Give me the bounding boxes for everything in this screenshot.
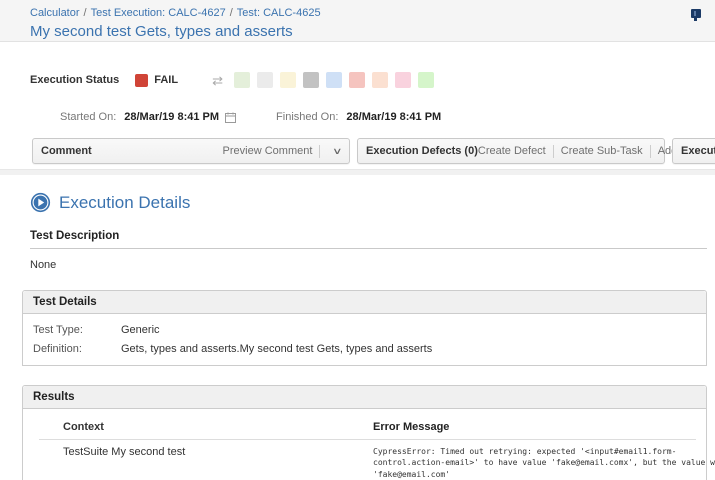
execution-details-heading: Execution Details bbox=[30, 192, 707, 213]
status-executing-muted[interactable] bbox=[280, 72, 296, 88]
divider bbox=[650, 145, 651, 158]
test-description-section: Test Description None bbox=[30, 230, 707, 271]
table-row: TestSuite My second test CypressError: T… bbox=[39, 446, 706, 480]
execution-defects-title: Execution Defects (0) bbox=[366, 145, 478, 157]
execution-status-value: FAIL bbox=[154, 74, 178, 86]
comment-panel: Comment Preview Comment ∨ bbox=[32, 138, 350, 164]
status-custom1-muted[interactable] bbox=[372, 72, 388, 88]
status-todo-muted[interactable] bbox=[257, 72, 273, 88]
breadcrumb-link-test-execution[interactable]: Test Execution: CALC-4627 bbox=[91, 7, 226, 19]
definition-row: Definition: Gets, types and asserts.My s… bbox=[33, 343, 696, 355]
context-column-header: Context bbox=[39, 421, 373, 433]
dates-row: Started On: 28/Mar/19 8:41 PM Finished O… bbox=[60, 111, 715, 123]
status-fail-muted[interactable] bbox=[349, 72, 365, 88]
execution-details-section: Execution Details Test Description None … bbox=[0, 175, 715, 480]
divider bbox=[319, 145, 320, 158]
play-circle-icon bbox=[30, 192, 51, 213]
test-description-title: Test Description bbox=[30, 230, 707, 249]
divider bbox=[553, 145, 554, 158]
finished-on-value: 28/Mar/19 8:41 PM bbox=[346, 111, 441, 123]
status-pass-muted[interactable] bbox=[234, 72, 250, 88]
test-type-row: Test Type: Generic bbox=[33, 324, 696, 336]
results-panel-title: Results bbox=[23, 386, 706, 409]
execution-details-heading-text: Execution Details bbox=[59, 193, 190, 213]
chevron-down-icon[interactable]: ∨ bbox=[332, 146, 343, 157]
results-table-header: Context Error Message bbox=[39, 421, 696, 440]
status-fail-swatch bbox=[135, 74, 148, 87]
status-custom2-muted[interactable] bbox=[395, 72, 411, 88]
breadcrumb-separator: / bbox=[230, 7, 233, 19]
results-panel: Results Context Error Message TestSuite … bbox=[22, 385, 707, 480]
execution-status-row: Execution Status FAIL ⇄ bbox=[30, 72, 715, 88]
breadcrumb-link-test[interactable]: Test: CALC-4625 bbox=[237, 7, 321, 19]
definition-label: Definition: bbox=[33, 343, 121, 355]
status-blocked-muted[interactable] bbox=[326, 72, 342, 88]
execution-evidence-title: Execution Evidence bbox=[681, 145, 715, 157]
results-table: Context Error Message TestSuite My secon… bbox=[23, 421, 706, 480]
status-custom3-muted[interactable] bbox=[418, 72, 434, 88]
execution-status-label: Execution Status bbox=[30, 74, 119, 86]
status-transition-icon: ⇄ bbox=[212, 74, 223, 87]
bookmark-icon[interactable] bbox=[691, 9, 701, 18]
status-aborted-muted[interactable] bbox=[303, 72, 319, 88]
finished-on-label: Finished On: bbox=[276, 111, 338, 123]
test-type-label: Test Type: bbox=[33, 324, 121, 336]
result-error-cell: CypressError: Timed out retrying: expect… bbox=[373, 446, 715, 480]
page-title: My second test Gets, types and asserts bbox=[30, 23, 703, 40]
status-option-buttons bbox=[234, 72, 441, 88]
definition-value: Gets, types and asserts.My second test G… bbox=[121, 343, 432, 355]
page-header: Calculator / Test Execution: CALC-4627 / Tes… bbox=[0, 0, 715, 42]
test-details-panel-title: Test Details bbox=[23, 291, 706, 314]
error-message-text: CypressError: Timed out retrying: expect… bbox=[373, 446, 715, 480]
create-defect-button[interactable]: Create Defect bbox=[478, 145, 546, 157]
breadcrumb: Calculator / Test Execution: CALC-4627 / Tes… bbox=[30, 7, 703, 20]
test-type-value: Generic bbox=[121, 324, 160, 336]
test-details-panel: Test Details Test Type: Generic Definiti… bbox=[22, 290, 707, 366]
error-message-column-header: Error Message bbox=[373, 421, 696, 433]
breadcrumb-link-project[interactable]: Calculator bbox=[30, 7, 80, 19]
breadcrumb-separator: / bbox=[84, 7, 87, 19]
collapsed-panels-row: Comment Preview Comment ∨ Execution Defe… bbox=[32, 138, 715, 164]
execution-evidence-panel: Execution Evidence bbox=[672, 138, 715, 164]
started-on-label: Started On: bbox=[60, 111, 116, 123]
create-sub-task-button[interactable]: Create Sub-Task bbox=[561, 145, 643, 157]
preview-comment-button[interactable]: Preview Comment bbox=[223, 145, 313, 157]
comment-panel-title: Comment bbox=[41, 145, 92, 157]
calendar-icon[interactable] bbox=[225, 112, 236, 123]
test-description-value: None bbox=[30, 259, 707, 271]
execution-defects-panel: Execution Defects (0) Create Defect Crea… bbox=[357, 138, 665, 164]
execution-status-badge: FAIL bbox=[135, 74, 178, 87]
started-on-value: 28/Mar/19 8:41 PM bbox=[124, 111, 219, 123]
result-context-cell: TestSuite My second test bbox=[39, 446, 373, 480]
